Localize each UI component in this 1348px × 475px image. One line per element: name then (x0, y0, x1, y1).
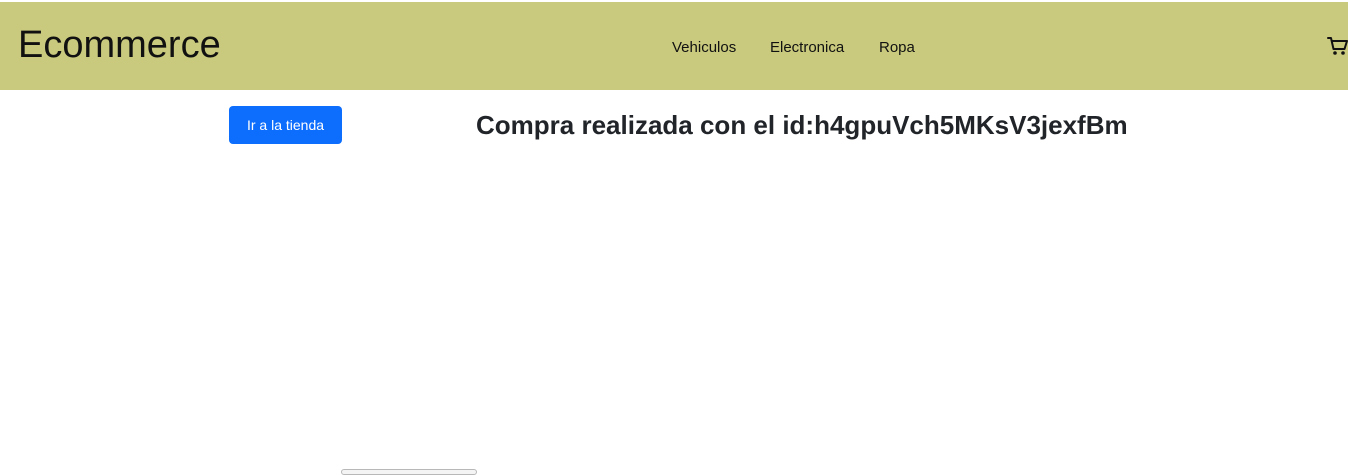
partial-button-edge[interactable] (341, 469, 477, 475)
nav-link-electronica[interactable]: Electronica (770, 36, 844, 60)
brand-link[interactable]: Ecommerce (18, 22, 221, 68)
cart-icon-graphic (1327, 37, 1348, 55)
navbar: Ecommerce Vehiculos Electronica Ropa (0, 2, 1348, 90)
nav-link-vehiculos[interactable]: Vehiculos (672, 36, 736, 60)
cart-icon[interactable] (1327, 35, 1348, 57)
nav-link-ropa[interactable]: Ropa (879, 36, 915, 60)
go-to-store-button[interactable]: Ir a la tienda (229, 106, 342, 144)
purchase-confirmation-heading: Compra realizada con el id:h4gpuVch5MKsV… (476, 110, 1128, 140)
